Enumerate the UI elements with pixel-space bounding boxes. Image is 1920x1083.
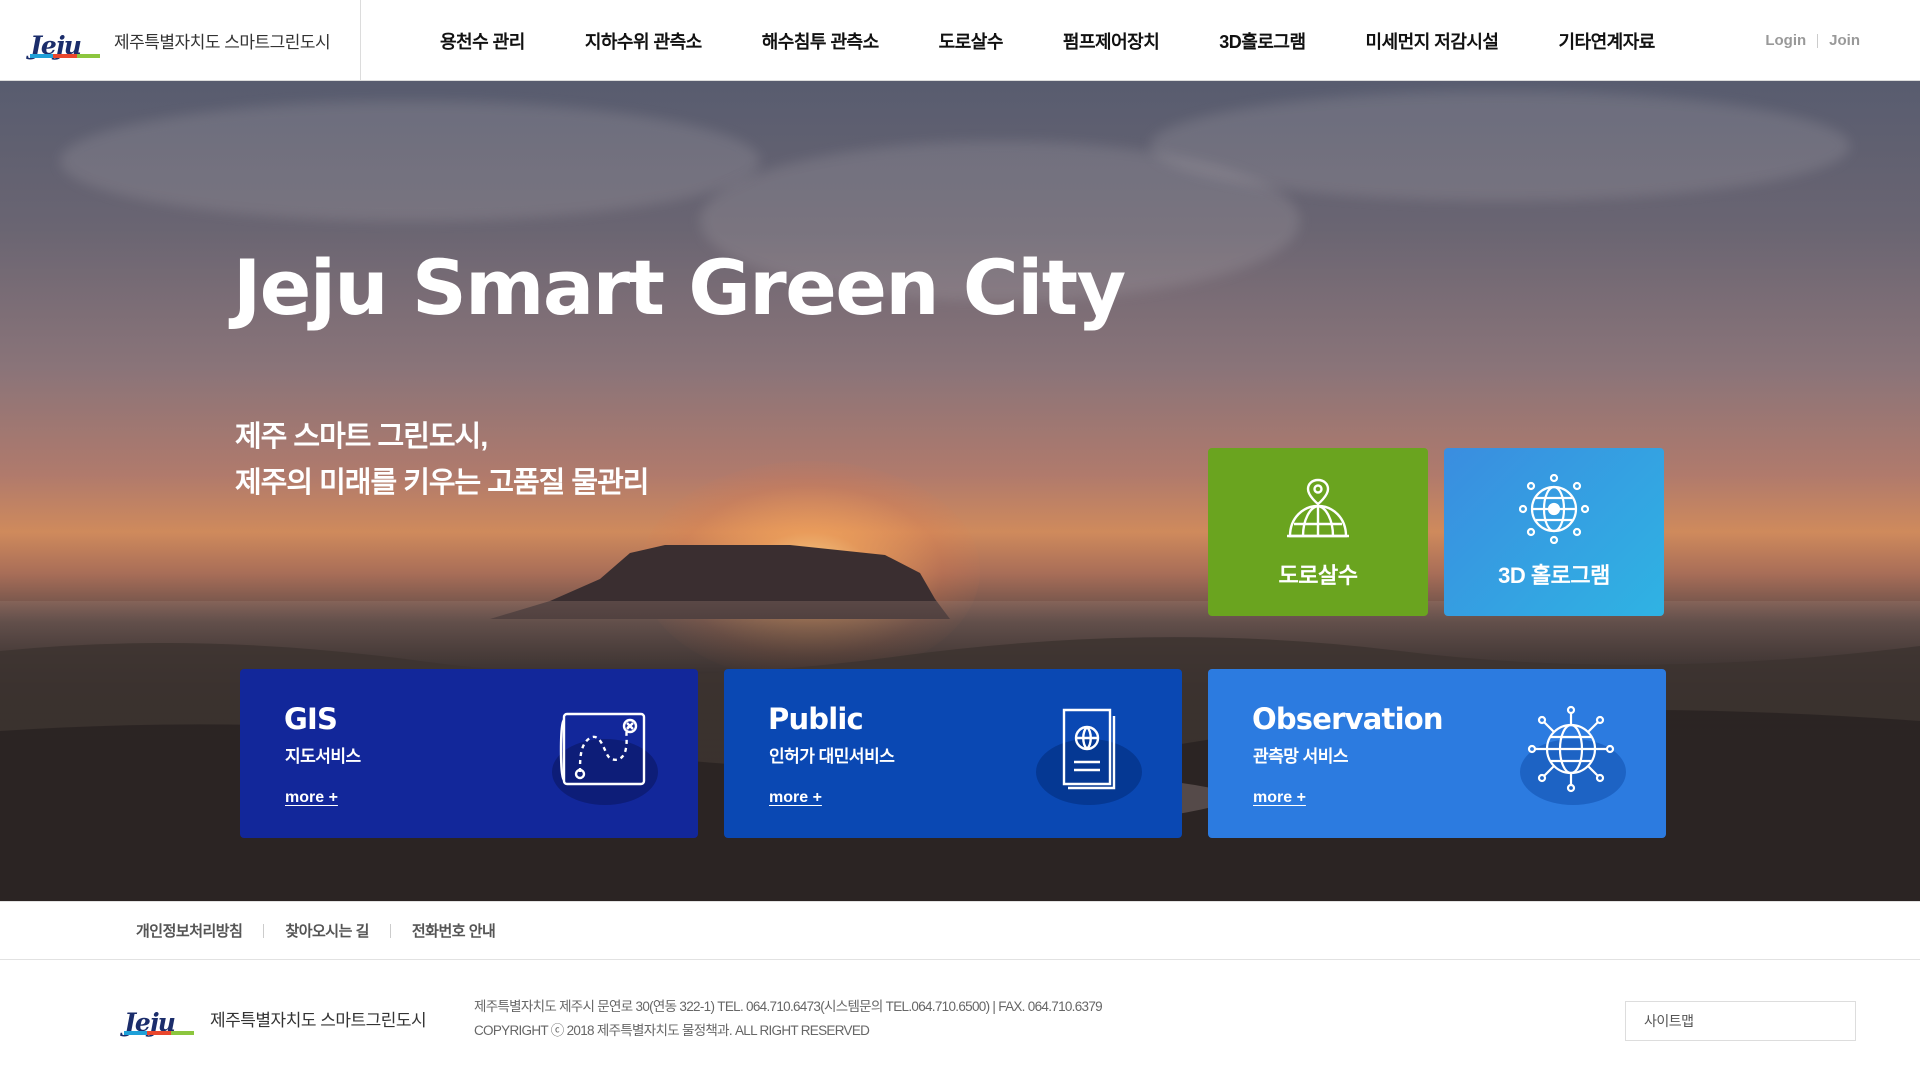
directions-link[interactable]: 찾아오시는 길 (285, 920, 369, 941)
nav-item-road-sprinkling[interactable]: 도로살수 (939, 28, 1004, 54)
nav-item-spring-water[interactable]: 용천수 관리 (440, 28, 525, 54)
public-more-link[interactable]: more + (769, 789, 822, 807)
hero-subtitle-line-1: 제주 스마트 그린도시, (235, 421, 488, 453)
footer-copyright: COPYRIGHT ⓒ 2018 제주특별자치도 물정책과. ALL RIGHT… (474, 1023, 870, 1038)
main-nav: 용천수 관리 지하수위 관측소 해수침투 관측소 도로살수 펌프제어장치 3D홀… (440, 0, 1655, 81)
hero-cloud (60, 101, 760, 221)
quick-3d-hologram-label: 3D 홀로그램 (1498, 563, 1610, 588)
gis-card-subtitle: 지도서비스 (285, 747, 361, 766)
logo-text: 제주특별자치도 스마트그린도시 (114, 33, 331, 52)
gis-card[interactable]: GIS 지도서비스 more + (240, 669, 698, 838)
public-card-subtitle: 인허가 대민서비스 (769, 747, 895, 766)
nav-item-seawater[interactable]: 해수침투 관측소 (762, 28, 879, 54)
hero-cloud (1150, 91, 1850, 201)
hero-title: Jeju Smart Green City (233, 243, 1126, 332)
observation-more-link[interactable]: more + (1253, 789, 1306, 807)
observation-card[interactable]: Observation 관측망 서비스 more + (1208, 669, 1666, 838)
logo-stripe (30, 53, 100, 58)
observation-card-title: Observation (1252, 702, 1444, 736)
footer-address-block: 제주특별자치도 제주시 문연로 30(연동 322-1) TEL. 064.71… (474, 995, 1103, 1043)
network-globe-icon (1519, 474, 1589, 544)
quick-road-sprinkling-button[interactable]: 도로살수 (1208, 448, 1428, 616)
map-route-icon (559, 712, 646, 786)
hero-subtitle: 제주 스마트 그린도시, 제주의 미래를 키우는 고품질 물관리 (235, 414, 649, 506)
join-link[interactable]: Join (1829, 32, 1860, 49)
site-logo[interactable]: Jeju 제주특별자치도 스마트그린도시 (0, 0, 361, 81)
footer-logo: Jeju 제주특별자치도 스마트그린도시 (124, 1001, 427, 1035)
logo-stripe (124, 1031, 194, 1035)
footer-logo-text: 제주특별자치도 스마트그린도시 (210, 1010, 427, 1030)
quick-road-sprinkling-label: 도로살수 (1278, 563, 1358, 588)
util-links: Login Join (1765, 0, 1860, 81)
footer-links: 개인정보처리방침 찾아오시는 길 전화번호 안내 (0, 901, 1920, 960)
globe-pin-icon (1287, 478, 1349, 538)
passport-icon (1062, 708, 1116, 790)
site-header: Jeju 제주특별자치도 스마트그린도시 용천수 관리 지하수위 관측소 해수침… (0, 0, 1920, 81)
public-card-title: Public (768, 702, 864, 736)
jeju-logo-mark: Jeju (30, 24, 104, 58)
footer-link-divider (389, 923, 391, 938)
nav-item-fine-dust[interactable]: 미세먼지 저감시설 (1366, 28, 1499, 54)
public-card[interactable]: Public 인허가 대민서비스 more + (724, 669, 1182, 838)
quick-3d-hologram-button[interactable]: 3D 홀로그램 (1444, 448, 1664, 616)
nav-item-other-data[interactable]: 기타연계자료 (1559, 28, 1656, 54)
jeju-logo-mark: Jeju (124, 1001, 198, 1035)
hero-section: Jeju Smart Green City 제주 스마트 그린도시, 제주의 미… (0, 81, 1920, 901)
hero-subtitle-line-2: 제주의 미래를 키우는 고품질 물관리 (235, 467, 649, 499)
util-divider (1817, 33, 1819, 48)
gis-card-title: GIS (284, 702, 338, 736)
privacy-policy-link[interactable]: 개인정보처리방침 (136, 920, 243, 941)
footer-link-divider (263, 923, 265, 938)
nav-item-groundwater[interactable]: 지하수위 관측소 (585, 28, 702, 54)
nav-item-pump-control[interactable]: 펌프제어장치 (1063, 28, 1160, 54)
sitemap-select[interactable]: 사이트맵 (1625, 1001, 1856, 1041)
footer-address: 제주특별자치도 제주시 문연로 30(연동 322-1) TEL. 064.71… (474, 999, 1103, 1014)
globe-network-icon (1527, 705, 1615, 793)
gis-more-link[interactable]: more + (285, 789, 338, 807)
nav-item-3d-hologram[interactable]: 3D홀로그램 (1219, 28, 1306, 54)
observation-card-subtitle: 관측망 서비스 (1253, 747, 1349, 766)
phone-directory-link[interactable]: 전화번호 안내 (412, 920, 496, 941)
login-link[interactable]: Login (1765, 32, 1806, 49)
site-footer: Jeju 제주특별자치도 스마트그린도시 제주특별자치도 제주시 문연로 30(… (0, 961, 1920, 1083)
